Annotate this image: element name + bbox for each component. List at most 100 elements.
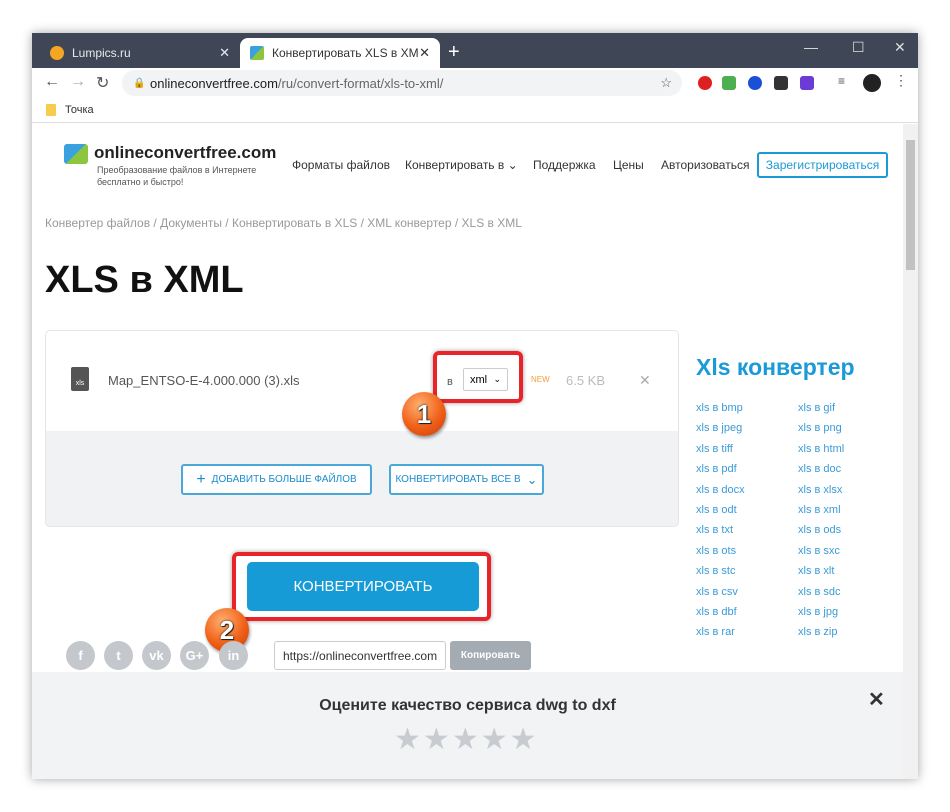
site-favicon-icon	[250, 46, 264, 60]
page-title: XLS в XML	[45, 259, 244, 301]
close-tab-icon[interactable]: ✕	[219, 45, 230, 61]
nav-convert[interactable]: Конвертировать в ⌄	[405, 158, 518, 172]
twitter-icon[interactable]: t	[104, 641, 133, 670]
converter-link[interactable]: xls в txt	[696, 524, 798, 536]
converter-link[interactable]: xls в stc	[696, 565, 798, 577]
converter-link[interactable]: xls в dbf	[696, 606, 798, 618]
close-window-icon[interactable]: ✕	[894, 39, 906, 56]
close-rating-icon[interactable]: ✕	[868, 687, 885, 712]
converter-link[interactable]: xls в odt	[696, 504, 798, 516]
converter-link[interactable]: xls в docx	[696, 484, 798, 496]
star-icon[interactable]: ★	[423, 722, 450, 757]
converter-link[interactable]: xls в ods	[798, 524, 896, 536]
media-icon[interactable]: ≡	[838, 74, 852, 88]
browser-window: Lumpics.ru ✕ Конвертировать XLS в XML онл…	[32, 33, 918, 779]
file-size: 6.5 KB	[566, 373, 606, 388]
title-bar: Lumpics.ru ✕ Конвертировать XLS в XML онл…	[32, 33, 918, 68]
format-select[interactable]: xml ⌄	[463, 368, 508, 391]
converter-link[interactable]: xls в csv	[696, 586, 798, 598]
file-panel: xls Map_ENTSO-E-4.000.000 (3).xls в xml ⌄…	[45, 330, 679, 527]
tab-convert[interactable]: Конвертировать XLS в XML онл✕	[240, 38, 440, 68]
tab-lumpics[interactable]: Lumpics.ru ✕	[40, 38, 240, 68]
remove-file-icon[interactable]: ✕	[639, 372, 651, 389]
converter-link[interactable]: xls в bmp	[696, 402, 798, 414]
box-extension-icon[interactable]	[774, 76, 788, 90]
converter-link[interactable]: xls в ots	[696, 545, 798, 557]
share-url-input[interactable]: https://onlineconvertfree.com	[274, 641, 446, 670]
lock-icon: 🔒	[133, 77, 146, 89]
new-tab-icon[interactable]: +	[448, 41, 460, 64]
google-plus-icon[interactable]: G+	[180, 641, 209, 670]
logo-text: onlineconvertfree.com	[94, 143, 277, 162]
new-badge: NEW	[531, 375, 550, 384]
rating-stars: ★ ★ ★ ★ ★	[394, 722, 537, 757]
converter-link[interactable]: xls в gif	[798, 402, 896, 414]
sidebar-title: Xls конвертер	[696, 354, 855, 380]
nav-login[interactable]: Авторизоваться	[661, 158, 749, 172]
purple-extension-icon[interactable]	[800, 76, 814, 90]
converter-link[interactable]: xls в jpg	[798, 606, 896, 618]
star-icon[interactable]: ★	[510, 722, 537, 757]
back-icon[interactable]: ←	[44, 73, 60, 91]
star-icon[interactable]: ★	[394, 722, 421, 757]
facebook-icon[interactable]: f	[66, 641, 95, 670]
logo-icon	[64, 144, 88, 164]
scrollbar-thumb[interactable]	[906, 140, 915, 270]
converter-link[interactable]: xls в jpeg	[696, 422, 798, 434]
add-more-files-button[interactable]: + ДОБАВИТЬ БОЛЬШЕ ФАЙЛОВ	[181, 464, 372, 495]
convert-all-button[interactable]: КОНВЕРТИРОВАТЬ ВСЕ В ⌄	[389, 464, 544, 495]
converter-link[interactable]: xls в xlsx	[798, 484, 896, 496]
globe-extension-icon[interactable]	[748, 76, 762, 90]
url-host: onlineconvertfree.com	[150, 75, 278, 91]
nav-formats[interactable]: Форматы файлов	[292, 158, 390, 172]
file-icon-label: xls	[75, 380, 85, 387]
tagline: Преобразование файлов в Интернете беспла…	[97, 165, 257, 187]
converter-link[interactable]: xls в png	[798, 422, 896, 434]
check-extension-icon[interactable]	[722, 76, 736, 90]
to-label: в	[447, 376, 453, 388]
vk-icon[interactable]: vk	[142, 641, 171, 670]
file-row: xls Map_ENTSO-E-4.000.000 (3).xls в xml ⌄…	[46, 331, 678, 431]
star-icon[interactable]: ★	[452, 722, 479, 757]
star-icon[interactable]: ★	[481, 722, 508, 757]
converter-link[interactable]: xls в sxc	[798, 545, 896, 557]
copy-button[interactable]: Копировать	[450, 641, 531, 670]
menu-icon[interactable]: ⋮	[894, 72, 908, 88]
maximize-icon[interactable]: ☐	[852, 39, 865, 56]
converter-link[interactable]: xls в xml	[798, 504, 896, 516]
nav-convert-label: Конвертировать в	[405, 158, 505, 172]
page-content: onlineconvertfree.com Преобразование файл…	[32, 124, 903, 779]
url-path: /ru/convert-format/xls-to-xml/	[277, 75, 444, 91]
converter-link[interactable]: xls в sdc	[798, 586, 896, 598]
bookmark-item[interactable]: Точка	[65, 104, 94, 116]
nav-support[interactable]: Поддержка	[533, 158, 596, 172]
tab-title: Lumpics.ru	[72, 46, 131, 60]
address-bar[interactable]: 🔒 onlineconvertfree.com/ru/convert-format…	[122, 70, 682, 96]
bookmark-star-icon[interactable]: ☆	[660, 75, 672, 91]
converter-link[interactable]: xls в tiff	[696, 443, 798, 455]
avatar[interactable]	[863, 74, 881, 92]
breadcrumb[interactable]: Конвертер файлов / Документы / Конвертир…	[45, 216, 522, 230]
add-more-label: ДОБАВИТЬ БОЛЬШЕ ФАЙЛОВ	[211, 474, 357, 485]
converter-link[interactable]: xls в doc	[798, 463, 896, 475]
converter-link[interactable]: xls в html	[798, 443, 896, 455]
linkedin-icon[interactable]: in	[219, 641, 248, 670]
converter-link[interactable]: xls в rar	[696, 626, 798, 638]
opera-extension-icon[interactable]	[698, 76, 712, 90]
close-tab-icon[interactable]: ✕	[419, 45, 430, 61]
chevron-down-icon: ⌄	[526, 471, 538, 487]
scrollbar[interactable]	[903, 124, 918, 779]
chevron-down-icon: ⌄	[507, 158, 518, 172]
tab-title: Конвертировать XLS в XML онл	[272, 46, 419, 60]
lumpics-favicon-icon	[50, 46, 64, 60]
converter-link[interactable]: xls в xlt	[798, 565, 896, 577]
rating-title: Оцените качество сервиса dwg to dxf	[319, 697, 616, 714]
nav-prices[interactable]: Цены	[613, 158, 644, 172]
reload-icon[interactable]: ↻	[96, 73, 109, 93]
forward-icon[interactable]: →	[70, 73, 86, 91]
convert-button[interactable]: КОНВЕРТИРОВАТЬ	[247, 562, 479, 611]
converter-link[interactable]: xls в pdf	[696, 463, 798, 475]
register-button[interactable]: Зарегистрироваться	[757, 152, 888, 178]
minimize-icon[interactable]: —	[804, 39, 818, 55]
converter-link[interactable]: xls в zip	[798, 626, 896, 638]
